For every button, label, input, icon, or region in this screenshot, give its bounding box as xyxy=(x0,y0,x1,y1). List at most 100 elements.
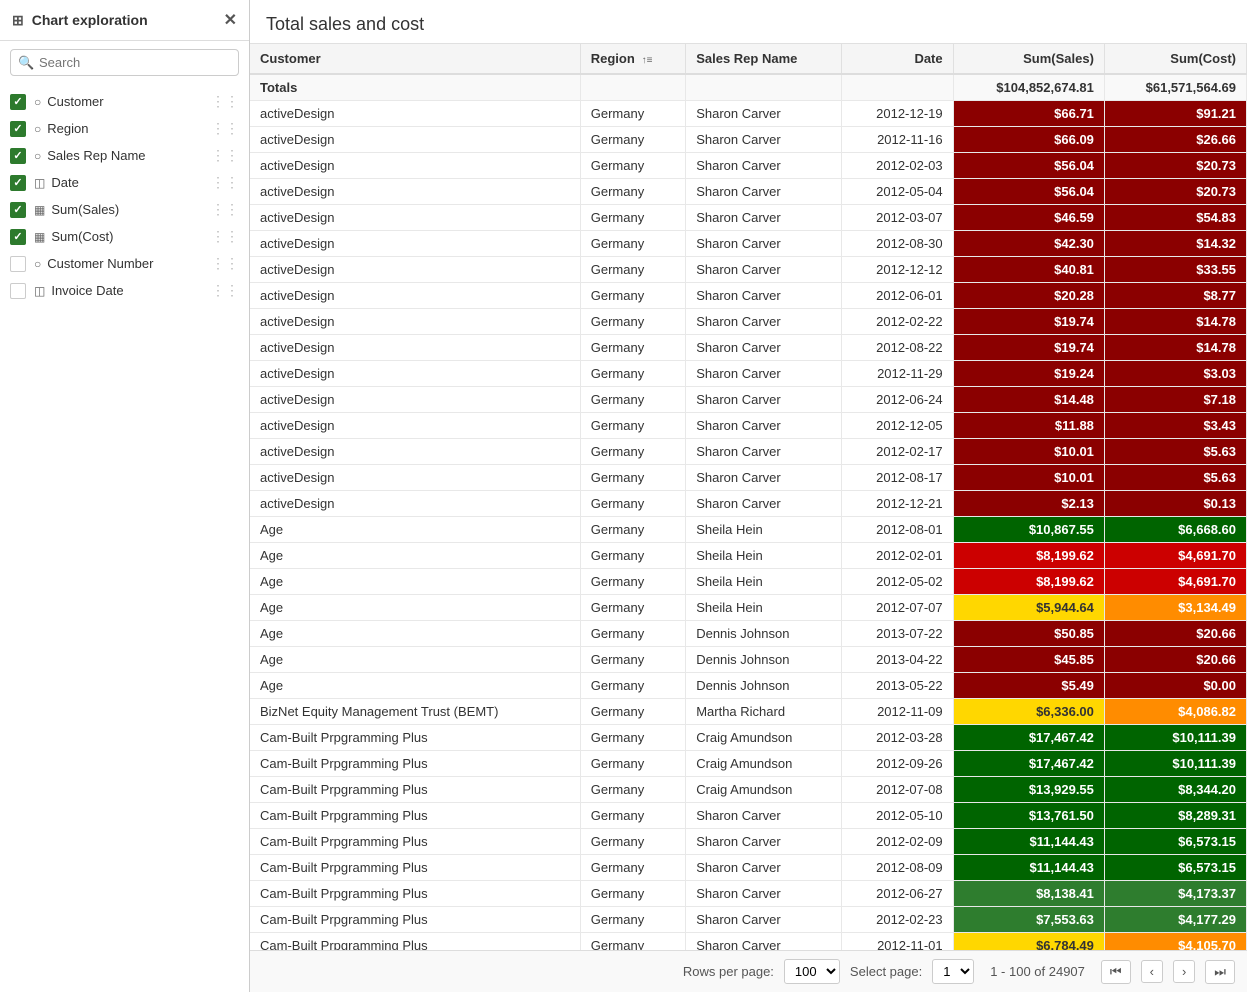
sort-icon[interactable]: ↑≡ xyxy=(639,55,653,66)
cell-16-4: $10,867.55 xyxy=(953,517,1104,543)
cell-13-5: $5.63 xyxy=(1104,439,1246,465)
sidebar-item-invoice-date[interactable]: ◫Invoice Date⋮⋮ xyxy=(0,277,249,304)
field-checkbox-customer-number[interactable] xyxy=(10,256,26,272)
cell-21-1: Germany xyxy=(580,647,685,673)
cell-0-5: $91.21 xyxy=(1104,101,1246,127)
sidebar-item-region[interactable]: ○Region⋮⋮ xyxy=(0,115,249,142)
cell-3-4: $56.04 xyxy=(953,179,1104,205)
sidebar-item-customer[interactable]: ○Customer⋮⋮ xyxy=(0,88,249,115)
cell-3-1: Germany xyxy=(580,179,685,205)
cell-23-3: 2012-11-09 xyxy=(842,699,954,725)
field-drag-handle-date[interactable]: ⋮⋮ xyxy=(211,174,239,191)
field-checkbox-sum-sales[interactable] xyxy=(10,202,26,218)
cell-31-4: $7,553.63 xyxy=(953,907,1104,933)
table-row: activeDesignGermanySharon Carver2012-08-… xyxy=(250,231,1247,257)
sidebar-item-sum-sales[interactable]: ▦Sum(Sales)⋮⋮ xyxy=(0,196,249,223)
cell-13-0: activeDesign xyxy=(250,439,580,465)
cell-29-3: 2012-08-09 xyxy=(842,855,954,881)
select-page-select[interactable]: 1 xyxy=(932,959,974,984)
cell-31-5: $4,177.29 xyxy=(1104,907,1246,933)
cell-20-1: Germany xyxy=(580,621,685,647)
rows-per-page-select[interactable]: 100 xyxy=(784,959,840,984)
table-row: BizNet Equity Management Trust (BEMT)Ger… xyxy=(250,699,1247,725)
table-row: Cam-Built Prpgramming PlusGermanySharon … xyxy=(250,907,1247,933)
cell-21-3: 2013-04-22 xyxy=(842,647,954,673)
field-drag-handle-invoice-date[interactable]: ⋮⋮ xyxy=(211,282,239,299)
cell-7-0: activeDesign xyxy=(250,283,580,309)
cell-3-5: $20.73 xyxy=(1104,179,1246,205)
sidebar-item-sum-cost[interactable]: ▦Sum(Cost)⋮⋮ xyxy=(0,223,249,250)
cell-20-2: Dennis Johnson xyxy=(686,621,842,647)
cell-20-4: $50.85 xyxy=(953,621,1104,647)
col-header-sales-rep-name: Sales Rep Name xyxy=(686,44,842,74)
field-drag-handle-sum-cost[interactable]: ⋮⋮ xyxy=(211,228,239,245)
field-checkbox-invoice-date[interactable] xyxy=(10,283,26,299)
cell-5-5: $14.32 xyxy=(1104,231,1246,257)
cell-29-1: Germany xyxy=(580,855,685,881)
cell-29-5: $6,573.15 xyxy=(1104,855,1246,881)
cell-8-5: $14.78 xyxy=(1104,309,1246,335)
cell-2-4: $56.04 xyxy=(953,153,1104,179)
cell-27-4: $13,761.50 xyxy=(953,803,1104,829)
table-row: activeDesignGermanySharon Carver2012-02-… xyxy=(250,309,1247,335)
col-header-region[interactable]: Region ↑≡ xyxy=(580,44,685,74)
col-header-sum-cost: Sum(Cost) xyxy=(1104,44,1246,74)
table-row: Cam-Built Prpgramming PlusGermanyCraig A… xyxy=(250,725,1247,751)
cell-17-5: $4,691.70 xyxy=(1104,543,1246,569)
cell-26-4: $13,929.55 xyxy=(953,777,1104,803)
table-container[interactable]: CustomerRegion ↑≡Sales Rep NameDateSum(S… xyxy=(250,44,1247,950)
cell-32-0: Cam-Built Prpgramming Plus xyxy=(250,933,580,951)
prev-page-button[interactable]: ‹ xyxy=(1141,960,1163,983)
field-checkbox-date[interactable] xyxy=(10,175,26,191)
field-drag-handle-customer[interactable]: ⋮⋮ xyxy=(211,93,239,110)
field-drag-handle-customer-number[interactable]: ⋮⋮ xyxy=(211,255,239,272)
cell-11-5: $7.18 xyxy=(1104,387,1246,413)
field-checkbox-region[interactable] xyxy=(10,121,26,137)
cell-2-2: Sharon Carver xyxy=(686,153,842,179)
field-checkbox-sales-rep-name[interactable] xyxy=(10,148,26,164)
cell-14-3: 2012-08-17 xyxy=(842,465,954,491)
cell-24-1: Germany xyxy=(580,725,685,751)
cell-17-2: Sheila Hein xyxy=(686,543,842,569)
cell-32-4: $6,784.49 xyxy=(953,933,1104,951)
close-button[interactable]: ✕ xyxy=(224,10,237,30)
cell-9-5: $14.78 xyxy=(1104,335,1246,361)
cell-22-5: $0.00 xyxy=(1104,673,1246,699)
field-drag-handle-sales-rep-name[interactable]: ⋮⋮ xyxy=(211,147,239,164)
col-header-date: Date xyxy=(842,44,954,74)
cell-4-0: activeDesign xyxy=(250,205,580,231)
table-row: activeDesignGermanySharon Carver2012-05-… xyxy=(250,179,1247,205)
cell-27-0: Cam-Built Prpgramming Plus xyxy=(250,803,580,829)
field-checkbox-sum-cost[interactable] xyxy=(10,229,26,245)
cell-21-5: $20.66 xyxy=(1104,647,1246,673)
field-label-date: Date xyxy=(51,175,211,190)
cell-24-5: $10,111.39 xyxy=(1104,725,1246,751)
totals-cell-3 xyxy=(842,74,954,101)
cell-19-2: Sheila Hein xyxy=(686,595,842,621)
field-checkbox-customer[interactable] xyxy=(10,94,26,110)
cell-24-3: 2012-03-28 xyxy=(842,725,954,751)
totals-cell-1 xyxy=(580,74,685,101)
sidebar-item-sales-rep-name[interactable]: ○Sales Rep Name⋮⋮ xyxy=(0,142,249,169)
search-input[interactable] xyxy=(10,49,239,76)
cell-2-3: 2012-02-03 xyxy=(842,153,954,179)
cell-18-3: 2012-05-02 xyxy=(842,569,954,595)
field-drag-handle-region[interactable]: ⋮⋮ xyxy=(211,120,239,137)
cell-19-3: 2012-07-07 xyxy=(842,595,954,621)
cell-25-2: Craig Amundson xyxy=(686,751,842,777)
cell-18-2: Sheila Hein xyxy=(686,569,842,595)
first-page-button[interactable]: ⏮ xyxy=(1101,960,1131,984)
field-drag-handle-sum-sales[interactable]: ⋮⋮ xyxy=(211,201,239,218)
next-page-button[interactable]: › xyxy=(1173,960,1195,983)
sidebar-item-customer-number[interactable]: ○Customer Number⋮⋮ xyxy=(0,250,249,277)
cell-22-0: Age xyxy=(250,673,580,699)
field-type-icon-region: ○ xyxy=(34,122,41,136)
cell-9-2: Sharon Carver xyxy=(686,335,842,361)
cell-9-1: Germany xyxy=(580,335,685,361)
cell-6-1: Germany xyxy=(580,257,685,283)
field-label-customer: Customer xyxy=(47,94,211,109)
cell-28-4: $11,144.43 xyxy=(953,829,1104,855)
cell-25-0: Cam-Built Prpgramming Plus xyxy=(250,751,580,777)
last-page-button[interactable]: ⏭ xyxy=(1205,960,1235,984)
sidebar-item-date[interactable]: ◫Date⋮⋮ xyxy=(0,169,249,196)
